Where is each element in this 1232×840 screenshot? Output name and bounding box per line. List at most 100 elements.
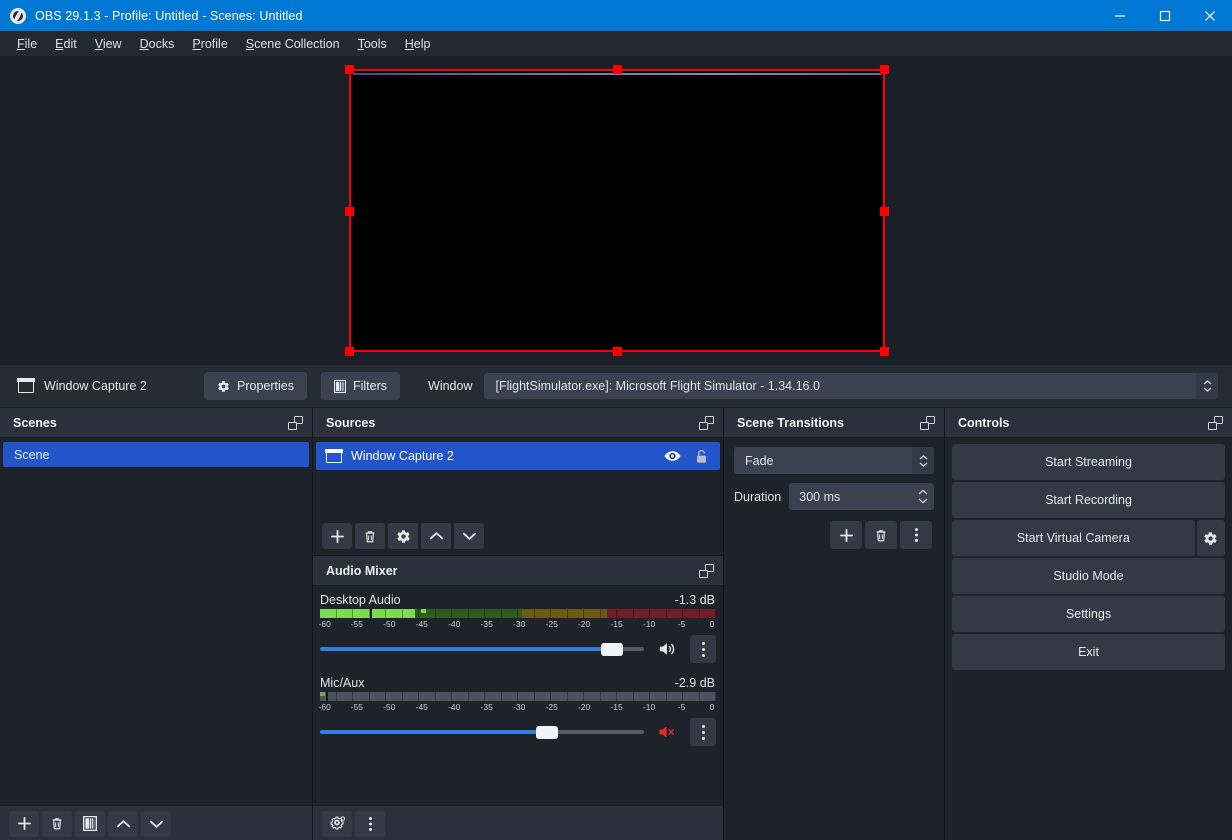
audio-mixer-menu-button[interactable] [355,810,385,837]
close-icon[interactable] [1187,0,1232,31]
start-virtual-camera-button[interactable]: Start Virtual Camera [952,520,1195,556]
maximize-icon[interactable] [1142,0,1187,31]
resize-handle-bottom-right[interactable] [880,347,889,356]
scale-label: -45 [415,619,428,629]
audio-level-meter [320,609,716,618]
duration-label: Duration [734,489,782,504]
transition-select-arrows[interactable] [912,447,934,474]
scale-label: -55 [350,702,363,712]
menu-help[interactable]: Help [396,34,440,54]
transition-select-value: Fade [745,453,774,468]
scale-label: -30 [513,619,526,629]
window-select-arrows[interactable] [1196,373,1218,399]
scenes-list[interactable]: Scene [0,438,312,805]
move-scene-up-button[interactable] [108,810,138,837]
audio-track-menu-button[interactable] [690,635,716,663]
audio-track-name: Desktop Audio [320,593,401,607]
audio-track-level: -2.9 dB [674,676,715,690]
eye-visible-icon[interactable] [664,450,681,462]
float-dock-icon[interactable] [920,415,935,430]
source-item-actions [664,449,712,464]
audio-level-meter [320,692,716,701]
speaker-on-icon[interactable] [652,641,682,657]
duration-spinner-arrows[interactable] [912,483,934,510]
float-dock-icon[interactable] [288,415,303,430]
move-scene-down-button[interactable] [141,810,171,837]
audio-mixer-dock-header: Audio Mixer [313,556,723,586]
remove-source-button[interactable] [355,523,385,549]
window-select-combobox[interactable]: [FlightSimulator.exe]: Microsoft Flight … [484,373,1218,399]
sources-list[interactable]: Window Capture 2 [313,438,723,517]
meter-scale-mic-aux: -60 -55 -50 -45 -40 -35 -30 -25 -20 -15 … [319,702,716,714]
resize-handle-middle-right[interactable] [880,206,889,216]
settings-button[interactable]: Settings [952,596,1225,632]
duration-spinbox[interactable]: 300 ms [789,483,934,510]
volume-slider[interactable] [320,724,644,740]
sources-mixer-column: Sources Window Capture 2 Audio Mixer Des… [313,408,723,840]
advanced-audio-properties-button[interactable] [322,810,352,837]
menu-profile[interactable]: Profile [183,34,236,54]
menu-file[interactable]: File [8,34,46,54]
scene-transitions-dock-header: Scene Transitions [724,408,944,438]
virtual-camera-config-gear-icon[interactable] [1196,520,1225,556]
menu-scene-collection[interactable]: Scene Collection [237,34,349,54]
audio-track-menu-button[interactable] [690,718,716,746]
controls-dock: Controls Start Streaming Start Recording… [945,408,1232,840]
menu-edit[interactable]: Edit [46,34,86,54]
exit-button[interactable]: Exit [952,634,1225,670]
source-list-item[interactable]: Window Capture 2 [316,442,720,470]
audio-track-header: Desktop Audio -1.3 dB [320,593,716,609]
float-dock-icon[interactable] [699,415,714,430]
window-select-value: [FlightSimulator.exe]: Microsoft Flight … [495,379,820,393]
menu-tools[interactable]: Tools [349,34,396,54]
window-capture-icon [325,448,343,463]
minimize-icon[interactable] [1097,0,1142,31]
scale-label: -45 [415,702,428,712]
volume-slider[interactable] [320,641,644,657]
audio-track-level: -1.3 dB [674,593,715,607]
remove-scene-button[interactable] [42,810,72,837]
filters-button[interactable]: Filters [320,372,401,400]
add-scene-button[interactable] [9,810,39,837]
source-item-label: Window Capture 2 [351,449,454,463]
float-dock-icon[interactable] [1208,415,1223,430]
menu-bar: File Edit View Docks Profile Scene Colle… [0,31,1232,57]
move-source-down-button[interactable] [454,523,484,549]
add-transition-button[interactable] [830,521,862,549]
resize-handle-top-left[interactable] [345,65,354,74]
scene-list-item[interactable]: Scene [3,442,309,467]
preview-area[interactable] [0,57,1232,364]
studio-mode-button[interactable]: Studio Mode [952,558,1225,594]
move-source-up-button[interactable] [421,523,451,549]
audio-track-controls [320,635,716,663]
scenes-dock-header: Scenes [0,408,312,438]
start-streaming-button[interactable]: Start Streaming [952,444,1225,480]
menu-docks[interactable]: Docks [131,34,184,54]
scenes-toolbar [0,805,312,840]
transition-menu-button[interactable] [900,521,932,549]
resize-handle-bottom-left[interactable] [345,347,354,356]
meter-ticks [320,609,716,618]
transition-select-combobox[interactable]: Fade [734,447,934,474]
resize-handle-top-center[interactable] [613,65,622,74]
remove-transition-button[interactable] [865,521,897,549]
properties-button[interactable]: Properties [204,372,307,400]
controls-title: Controls [958,415,1010,430]
float-dock-icon[interactable] [699,563,714,578]
source-properties-button[interactable] [388,523,418,549]
scene-filters-button[interactable] [75,810,105,837]
start-recording-button[interactable]: Start Recording [952,482,1225,518]
preview-canvas[interactable] [345,65,889,356]
resize-handle-top-right[interactable] [880,65,889,74]
audio-track-desktop-audio: Desktop Audio -1.3 dB -60 -55 -50 -45 -4… [313,593,723,663]
scale-label: 0 [709,702,715,712]
resize-handle-middle-left[interactable] [345,206,354,216]
speaker-muted-icon[interactable] [652,724,682,740]
lock-unlocked-icon[interactable] [695,449,708,464]
scale-label: -30 [513,702,526,712]
add-source-button[interactable] [322,523,352,549]
menu-view[interactable]: View [86,34,131,54]
scale-label: -5 [677,702,686,712]
resize-handle-bottom-center[interactable] [613,347,622,356]
scale-label: -10 [642,619,656,629]
